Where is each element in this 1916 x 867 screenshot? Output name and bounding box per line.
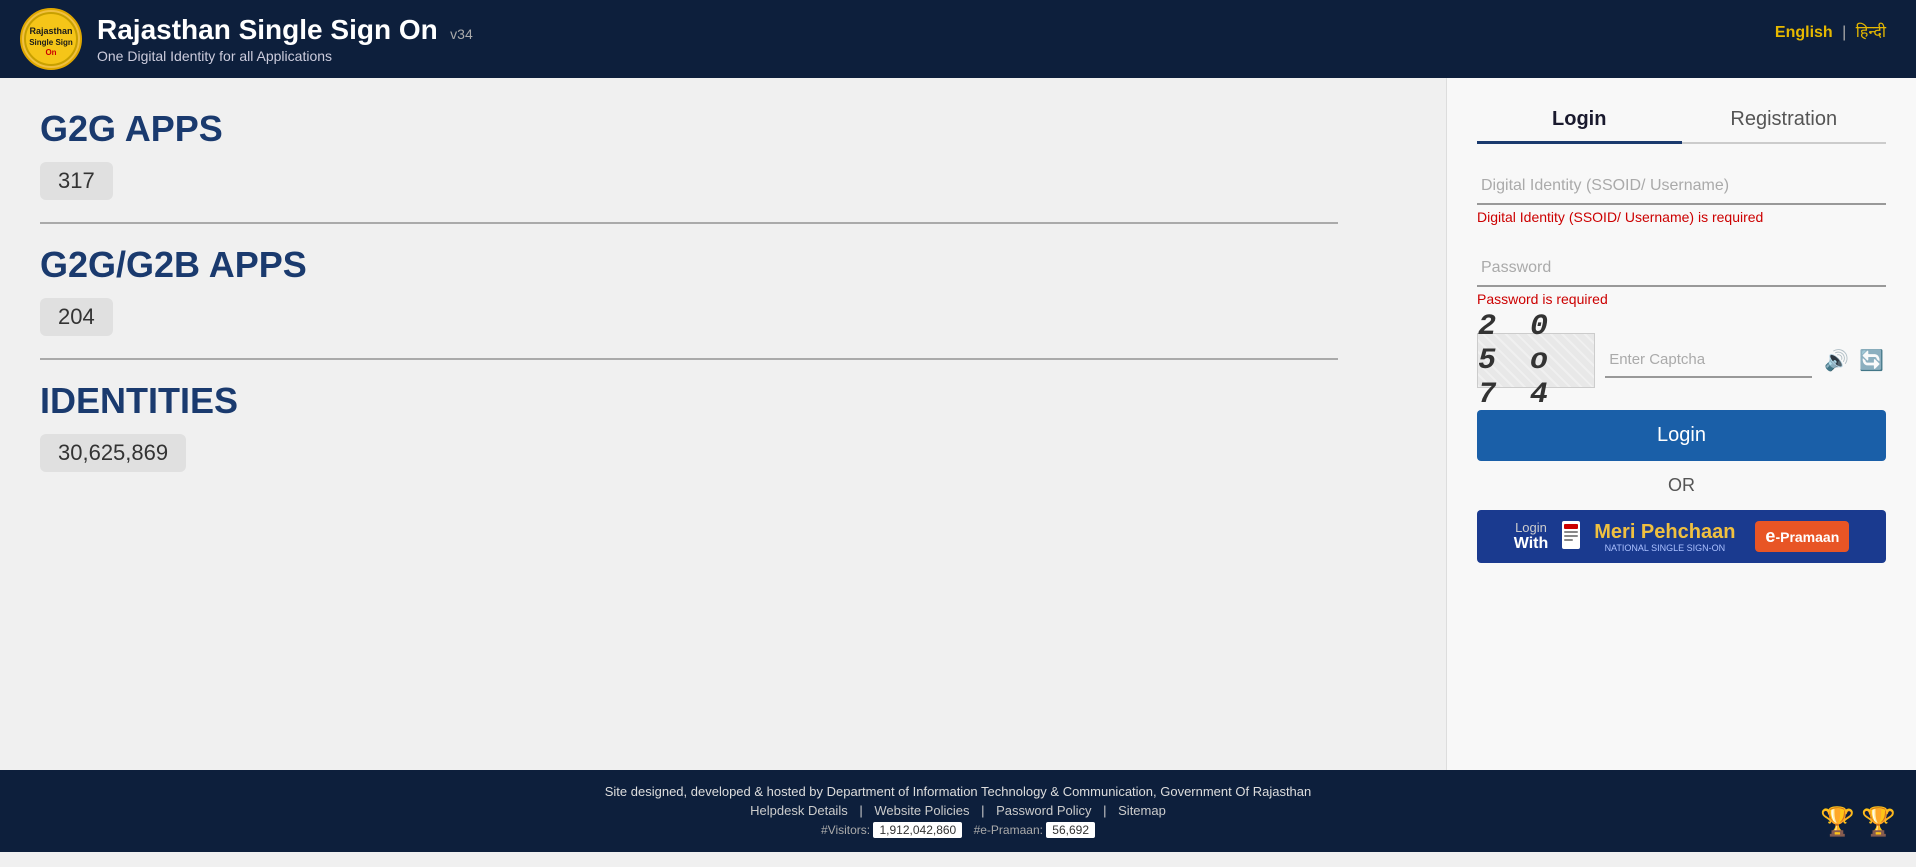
password-policy-link[interactable]: Password Policy [996, 803, 1091, 818]
svg-text:Rajasthan: Rajasthan [29, 26, 72, 36]
captcha-refresh-button[interactable]: 🔄 [1857, 346, 1886, 375]
visitors-count: 1,912,042,860 [873, 822, 962, 838]
captcha-input[interactable] [1605, 343, 1812, 378]
username-input[interactable] [1477, 169, 1886, 205]
pehchaan-brand-block: Meri Pehchaan NATIONAL SINGLE SIGN-ON [1594, 521, 1735, 553]
header-title-block: Rajasthan Single Sign On v34 One Digital… [97, 14, 1896, 64]
footer-stats: #Visitors: 1,912,042,860 #e-Pramaan: 56,… [20, 822, 1896, 838]
svg-text:Single Sign: Single Sign [29, 38, 73, 47]
epramaan-count: 56,692 [1046, 822, 1095, 838]
or-divider: OR [1477, 475, 1886, 496]
pehchaan-login-text: Login With [1514, 520, 1549, 553]
header-language-switcher[interactable]: English | हिन्दी [1775, 20, 1886, 42]
sitemap-link[interactable]: Sitemap [1118, 803, 1166, 818]
tab-login[interactable]: Login [1477, 98, 1682, 144]
captcha-image: 2 0 5 o 7 4 [1477, 333, 1595, 388]
site-logo: Rajasthan Single Sign On [20, 8, 82, 70]
pehchaan-login-button[interactable]: Login With Meri Pehchaan NATIONAL SINGLE… [1477, 510, 1886, 563]
identities-count: 30,625,869 [40, 434, 186, 472]
footer-links: Helpdesk Details | Website Policies | Pa… [20, 803, 1896, 818]
divider-1 [40, 222, 1338, 224]
header-subtitle: One Digital Identity for all Application… [97, 48, 1896, 64]
identities-section: IDENTITIES 30,625,869 [40, 380, 1406, 472]
g2g-g2b-apps-title: G2G/G2B APPS [40, 244, 1406, 286]
lang-hindi-link[interactable]: हिन्दी [1856, 24, 1886, 41]
g2g-apps-section: G2G APPS 317 [40, 108, 1406, 200]
website-policies-link[interactable]: Website Policies [874, 803, 969, 818]
auth-tabs: Login Registration [1477, 98, 1886, 144]
g2g-apps-title: G2G APPS [40, 108, 1406, 150]
login-button[interactable]: Login [1477, 410, 1886, 461]
trophy-icon-1: 🏆 [1820, 805, 1855, 838]
captcha-controls: 🔊 🔄 [1822, 346, 1886, 375]
header: Rajasthan Single Sign On Rajasthan Singl… [0, 0, 1916, 78]
g2g-apps-count: 317 [40, 162, 113, 200]
password-error: Password is required [1477, 291, 1886, 307]
tab-registration[interactable]: Registration [1682, 98, 1887, 142]
svg-text:On: On [45, 48, 56, 57]
lang-separator: | [1842, 24, 1846, 41]
identities-title: IDENTITIES [40, 380, 1406, 422]
captcha-audio-button[interactable]: 🔊 [1822, 346, 1851, 375]
username-error: Digital Identity (SSOID/ Username) is re… [1477, 209, 1886, 225]
pehchaan-logo-icon [1560, 521, 1582, 552]
lang-english-link[interactable]: English [1775, 24, 1833, 41]
username-field-group: Digital Identity (SSOID/ Username) is re… [1477, 169, 1886, 225]
trophy-icon-2: 🏆 [1861, 805, 1896, 838]
password-input[interactable] [1477, 251, 1886, 287]
helpdesk-link[interactable]: Helpdesk Details [750, 803, 848, 818]
pehchaan-e-pramaan-badge: e-Pramaan [1755, 521, 1849, 552]
header-title: Rajasthan Single Sign On v34 [97, 14, 1896, 46]
epramaan-label: #e-Pramaan: [974, 823, 1043, 837]
g2g-g2b-apps-section: G2G/G2B APPS 204 [40, 244, 1406, 336]
visitors-label: #Visitors: [821, 823, 870, 837]
right-panel: Login Registration Digital Identity (SSO… [1446, 78, 1916, 770]
g2g-g2b-apps-count: 204 [40, 298, 113, 336]
footer: Site designed, developed & hosted by Dep… [0, 770, 1916, 852]
trophy-area: 🏆 🏆 [1820, 805, 1896, 838]
left-panel: G2G APPS 317 G2G/G2B APPS 204 IDENTITIES… [0, 78, 1446, 770]
main-container: G2G APPS 317 G2G/G2B APPS 204 IDENTITIES… [0, 78, 1916, 770]
captcha-row: 2 0 5 o 7 4 🔊 🔄 [1477, 333, 1886, 388]
password-field-group: Password is required [1477, 251, 1886, 307]
pehchaan-inner: Login With Meri Pehchaan NATIONAL SINGLE… [1514, 520, 1850, 553]
footer-line1: Site designed, developed & hosted by Dep… [20, 784, 1896, 799]
divider-2 [40, 358, 1338, 360]
